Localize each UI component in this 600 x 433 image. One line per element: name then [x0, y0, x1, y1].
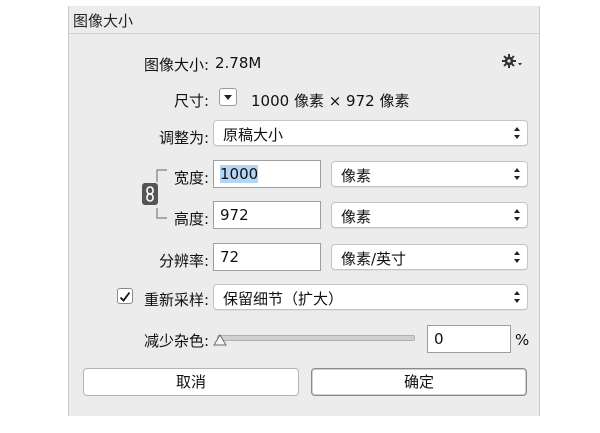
width-label: 宽度: — [173, 169, 209, 187]
width-unit: 像素 — [341, 167, 372, 185]
resample-method-select[interactable]: 保留细节（扩大） — [213, 284, 528, 310]
noise-slider-thumb[interactable] — [213, 331, 227, 350]
gear-icon[interactable] — [501, 52, 525, 70]
width-value: 1000 — [220, 165, 259, 183]
select-arrows-icon — [514, 127, 520, 139]
height-input[interactable]: 972 — [213, 201, 321, 229]
image-size-label: 图像大小: — [143, 56, 209, 74]
dialog-titlebar: 图像大小 — [69, 6, 539, 34]
fit-to-label: 调整为: — [158, 129, 209, 147]
reduce-noise-label: 减少杂色: — [143, 332, 209, 350]
noise-value: 0 — [434, 330, 444, 348]
height-value: 972 — [220, 206, 249, 224]
cancel-button[interactable]: 取消 — [83, 368, 299, 396]
image-size-value: 2.78M — [215, 54, 262, 72]
image-size-dialog: 图像大小 图像大小: 2.78M 尺寸: 1000 像素 × 972 像素 调整… — [68, 6, 540, 416]
checkmark-icon — [119, 291, 131, 302]
height-unit: 像素 — [341, 208, 372, 226]
select-arrows-icon — [514, 209, 520, 221]
dimensions-dropdown-icon[interactable] — [219, 88, 237, 106]
width-unit-select[interactable]: 像素 — [331, 161, 528, 187]
select-arrows-icon — [514, 168, 520, 180]
dimensions-label: 尺寸: — [173, 92, 209, 110]
resolution-unit-select[interactable]: 像素/英寸 — [331, 244, 528, 270]
height-label: 高度: — [173, 210, 209, 228]
resample-method: 保留细节（扩大） — [223, 290, 344, 308]
link-chain-icon[interactable] — [142, 183, 158, 205]
height-unit-select[interactable]: 像素 — [331, 202, 528, 228]
select-arrows-icon — [514, 291, 520, 303]
resolution-unit: 像素/英寸 — [341, 250, 407, 268]
resolution-label: 分辨率: — [158, 252, 209, 270]
fit-to-selected: 原稿大小 — [223, 126, 284, 144]
resample-checkbox[interactable] — [117, 288, 133, 304]
dialog-title: 图像大小 — [73, 12, 134, 30]
dimensions-value: 1000 像素 × 972 像素 — [251, 92, 410, 110]
resample-label: 重新采样: — [143, 291, 209, 309]
width-input[interactable]: 1000 — [213, 160, 321, 188]
resolution-input[interactable]: 72 — [213, 243, 321, 271]
fit-to-select[interactable]: 原稿大小 — [213, 120, 528, 146]
resolution-value: 72 — [220, 248, 240, 266]
noise-input[interactable]: 0 — [427, 325, 511, 353]
noise-unit: % — [515, 331, 530, 349]
select-arrows-icon — [514, 251, 520, 263]
ok-button[interactable]: 确定 — [311, 368, 527, 396]
noise-slider-track[interactable] — [217, 335, 415, 341]
